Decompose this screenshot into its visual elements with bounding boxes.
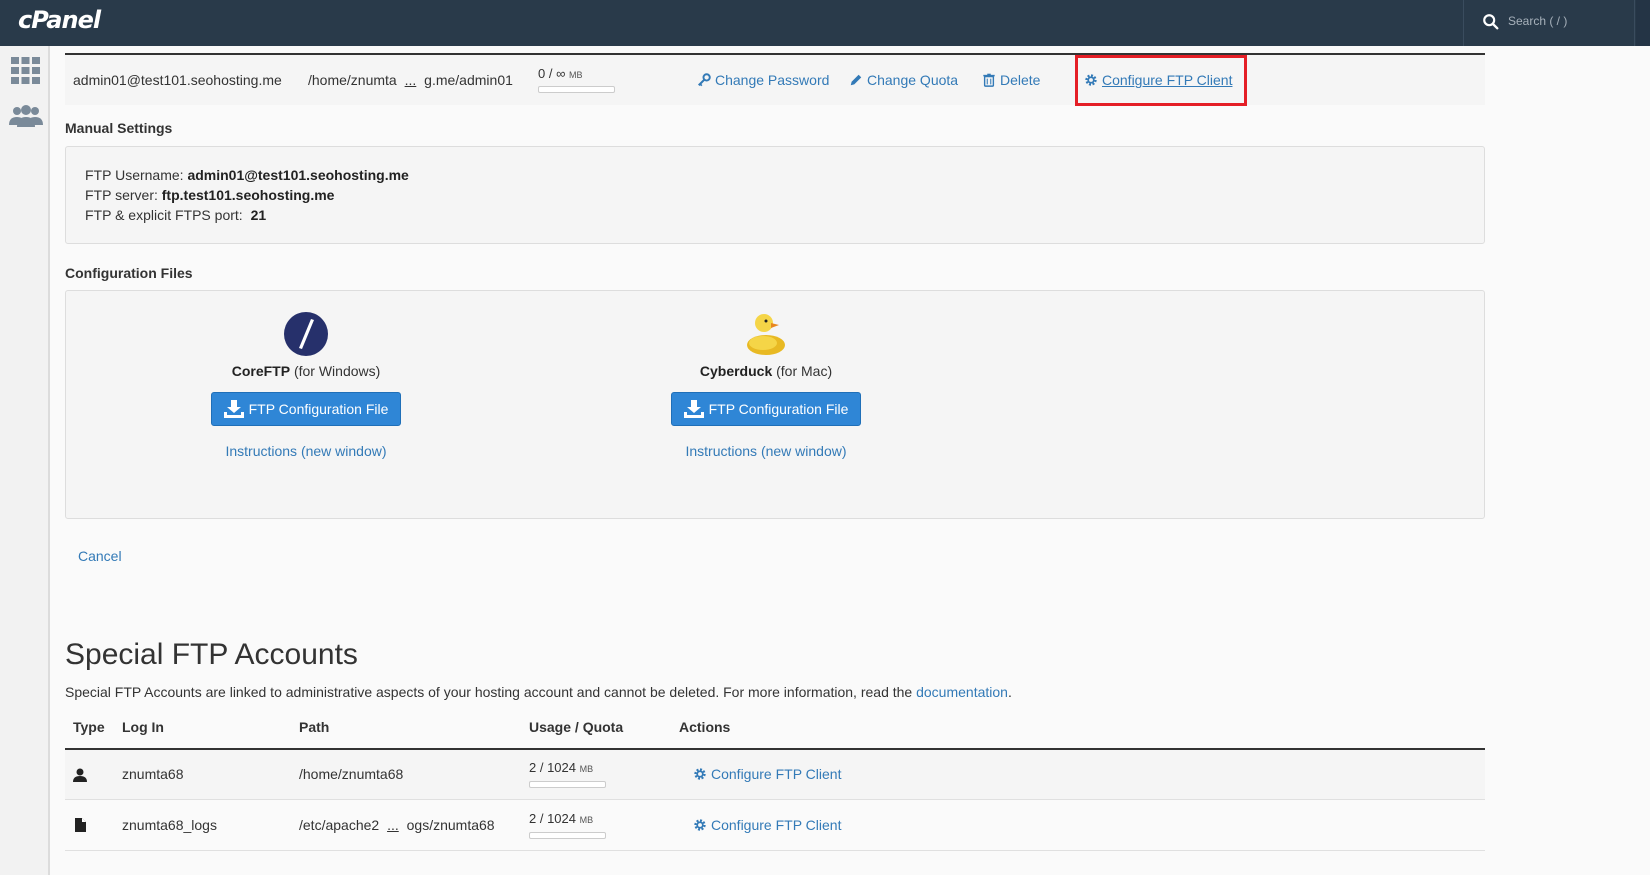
coreftp-logo-icon: [284, 312, 328, 356]
row-usage-bar: [529, 781, 606, 788]
path-expand-link[interactable]: ...: [405, 72, 417, 88]
highlight-box: [1075, 55, 1247, 106]
path-end: g.me/admin01: [424, 72, 513, 88]
col-type[interactable]: Type: [73, 719, 105, 735]
search-icon: [1483, 14, 1499, 30]
table-row: znumta68_logs /etc/apache2 ... ogs/znumt…: [65, 801, 1485, 851]
configuration-files-panel: CoreFTP (for Windows) FTP Configuration …: [65, 290, 1485, 519]
file-icon: [75, 818, 86, 832]
top-bar: cPanel Search ( / ): [0, 0, 1650, 46]
coreftp-name: CoreFTP (for Windows): [206, 363, 406, 379]
row-configure-label: Configure FTP Client: [711, 817, 842, 833]
users-icon[interactable]: [9, 105, 43, 127]
cyberduck-instructions-link[interactable]: Instructions (new window): [666, 443, 866, 459]
row-login: znumta68: [122, 766, 184, 782]
download-icon: [683, 400, 704, 418]
ftp-username-label: FTP Username:: [85, 167, 184, 183]
special-description-text: Special FTP Accounts are linked to admin…: [65, 684, 917, 700]
delete-label: Delete: [1000, 72, 1041, 88]
sidebar: [0, 46, 50, 875]
row-path-expand-link[interactable]: ...: [387, 817, 399, 833]
cyberduck-download-label: FTP Configuration File: [708, 401, 849, 417]
ftp-username-value: admin01@test101.seohosting.me: [187, 167, 409, 183]
delete-link[interactable]: Delete: [982, 72, 1040, 88]
cyberduck-logo-icon: [747, 314, 785, 355]
trash-icon: [983, 73, 995, 87]
coreftp-platform: (for Windows): [293, 363, 381, 379]
coreftp-client: CoreFTP (for Windows) FTP Configuration …: [206, 311, 406, 459]
usage-progress-bar: [538, 86, 615, 93]
gear-icon: [694, 819, 706, 831]
ftp-port-line: FTP & explicit FTPS port: 21: [85, 207, 266, 223]
change-password-label: Change Password: [715, 72, 830, 88]
special-ftp-accounts-title: Special FTP Accounts: [65, 638, 358, 671]
search-box[interactable]: Search ( / ): [1463, 0, 1635, 46]
coreftp-download-button[interactable]: FTP Configuration File: [210, 392, 402, 426]
ftp-port-label: FTP & explicit FTPS port:: [85, 207, 243, 223]
col-usage-quota[interactable]: Usage / Quota: [529, 719, 623, 735]
row-path: /home/znumta68: [299, 766, 404, 782]
table-row: znumta68 /home/znumta68 2 / 1024 MB Conf…: [65, 750, 1485, 800]
key-icon: [698, 73, 711, 87]
usage-unit: MB: [568, 70, 583, 80]
cyberduck-name: Cyberduck (for Mac): [666, 363, 866, 379]
cpanel-logo[interactable]: cPanel: [18, 6, 101, 34]
cyberduck-client: Cyberduck (for Mac) FTP Configuration Fi…: [666, 309, 866, 459]
configuration-files-title: Configuration Files: [65, 265, 193, 281]
account-login: admin01@test101.seohosting.me: [73, 72, 282, 88]
coreftp-download-label: FTP Configuration File: [248, 401, 389, 417]
account-path: /home/znumta ... g.me/admin01: [308, 72, 513, 88]
ftp-server-value: ftp.test101.seohosting.me: [161, 187, 335, 203]
documentation-link[interactable]: documentation: [916, 684, 1008, 700]
cyberduck-download-button[interactable]: FTP Configuration File: [670, 392, 862, 426]
usage-value: 0 / ∞: [538, 66, 566, 81]
ftp-port-value: 21: [250, 207, 267, 223]
special-description-end: .: [1007, 684, 1012, 700]
row-usage-bar: [529, 832, 606, 839]
account-usage: 0 / ∞ MB: [538, 66, 582, 81]
row-path-end: ogs/znumta68: [406, 817, 495, 833]
cyberduck-title: Cyberduck: [699, 363, 773, 379]
search-input[interactable]: Search ( / ): [1508, 14, 1567, 28]
change-quota-label: Change Quota: [867, 72, 959, 88]
coreftp-instructions-link[interactable]: Instructions (new window): [206, 443, 406, 459]
row-path-start: /etc/apache2: [299, 817, 380, 833]
pencil-icon: [850, 74, 862, 86]
gear-icon: [694, 768, 706, 780]
row-usage-value: 2 / 1024: [529, 811, 576, 826]
download-icon: [223, 400, 244, 418]
ftp-server-line: FTP server: ftp.test101.seohosting.me: [85, 187, 334, 203]
row-configure-ftp-client-link[interactable]: Configure FTP Client: [693, 766, 841, 782]
cancel-link[interactable]: Cancel: [78, 548, 122, 564]
manual-settings-panel: FTP Username: admin01@test101.seohosting…: [65, 146, 1485, 244]
row-usage-unit: MB: [579, 815, 594, 825]
col-actions: Actions: [679, 719, 731, 735]
topbar-edge: [1636, 0, 1650, 46]
row-usage: 2 / 1024 MB: [529, 811, 593, 826]
coreftp-title: CoreFTP: [231, 363, 291, 379]
row-usage-unit: MB: [579, 764, 594, 774]
grid-icon[interactable]: [11, 57, 40, 84]
row-usage: 2 / 1024 MB: [529, 760, 593, 775]
change-quota-link[interactable]: Change Quota: [849, 72, 958, 88]
change-password-link[interactable]: Change Password: [697, 72, 829, 88]
special-table-header: Type Log In Path Usage / Quota Actions: [65, 719, 1485, 750]
ftp-username-line: FTP Username: admin01@test101.seohosting…: [85, 167, 409, 183]
ftp-account-row: admin01@test101.seohosting.me /home/znum…: [65, 53, 1485, 105]
col-login[interactable]: Log In: [122, 719, 164, 735]
row-configure-ftp-client-link[interactable]: Configure FTP Client: [693, 817, 841, 833]
col-path[interactable]: Path: [299, 719, 329, 735]
user-icon: [73, 768, 87, 782]
path-start: /home/znumta: [308, 72, 397, 88]
row-path: /etc/apache2 ... ogs/znumta68: [299, 817, 495, 833]
row-login: znumta68_logs: [122, 817, 217, 833]
ftp-server-label: FTP server:: [85, 187, 158, 203]
manual-settings-title: Manual Settings: [65, 120, 173, 136]
row-configure-label: Configure FTP Client: [711, 766, 842, 782]
main-content: admin01@test101.seohosting.me /home/znum…: [65, 46, 1485, 875]
special-ftp-description: Special FTP Accounts are linked to admin…: [65, 684, 1012, 700]
row-usage-value: 2 / 1024: [529, 760, 576, 775]
cyberduck-platform: (for Mac): [776, 363, 833, 379]
